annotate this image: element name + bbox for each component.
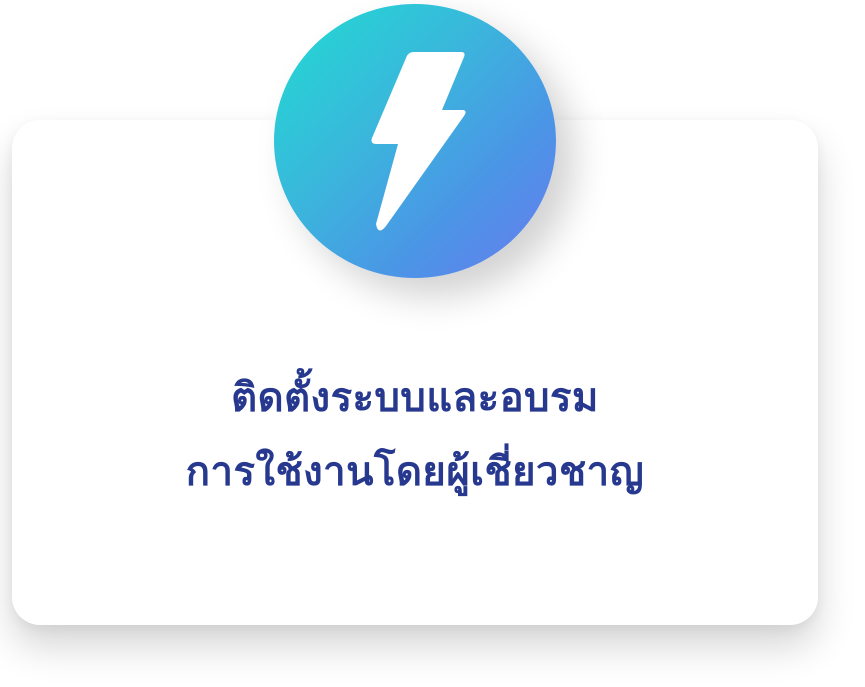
lightning-bolt-shape [371,52,466,231]
lightning-bolt-icon [371,52,466,231]
icon-badge [274,4,556,278]
card-title-line-1: ติดตั้งระบบและอบรม [231,375,599,421]
card-title-line-2: การใช้งานโดยผู้เชี่ยวชาญ [185,449,645,495]
page: ติดตั้งระบบและอบรม การใช้งานโดยผู้เชี่ยว… [0,0,865,687]
